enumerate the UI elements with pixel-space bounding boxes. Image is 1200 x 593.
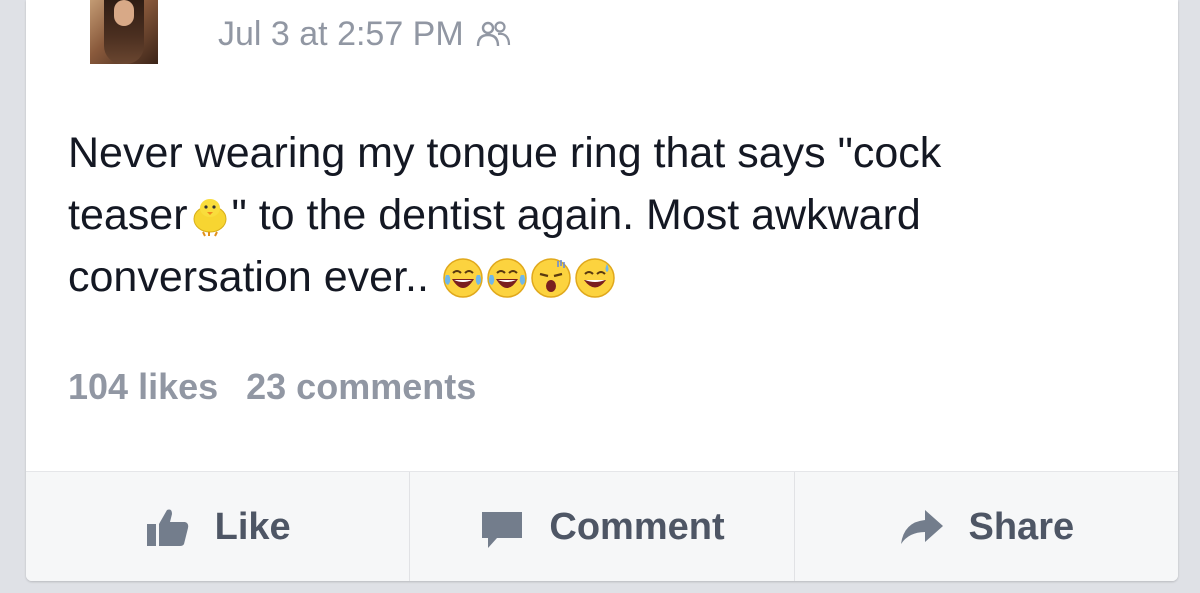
avatar-face — [114, 0, 134, 26]
share-arrow-icon — [900, 510, 943, 544]
post-card: Jul 3 at 2:57 PM Never wearing my tongue… — [26, 0, 1178, 581]
friends-icon[interactable] — [476, 19, 512, 49]
post-timestamp[interactable]: Jul 3 at 2:57 PM — [218, 15, 464, 54]
chick-emoji-icon — [193, 199, 227, 237]
post-text-line2-a: teaser — [68, 191, 188, 239]
post-text-line2-b: " to the dentist again. Most awkward — [231, 191, 921, 239]
share-label: Share — [968, 505, 1075, 548]
post-text: Never wearing my tongue ring that says "… — [68, 122, 1128, 308]
comment-button[interactable]: Comment — [410, 472, 795, 581]
tears-of-joy-emoji-icon — [487, 258, 527, 298]
comment-bubble-icon — [482, 512, 523, 548]
comment-label: Comment — [549, 505, 725, 548]
thumbs-up-icon — [146, 509, 188, 546]
avatar[interactable] — [90, 0, 158, 64]
like-button[interactable]: Like — [26, 472, 411, 581]
share-button[interactable]: Share — [795, 472, 1178, 581]
likes-count[interactable]: 104 likes — [68, 366, 218, 408]
post-meta: Jul 3 at 2:57 PM — [218, 12, 512, 56]
post-text-line3: conversation ever.. — [68, 253, 441, 301]
flushed-anguish-emoji-icon — [531, 258, 571, 298]
post-actions-bar: Like Comment Share — [26, 471, 1178, 581]
like-label: Like — [214, 505, 291, 548]
engagement-counts: 104 likes 23 comments — [68, 366, 476, 408]
grinning-sweat-emoji-icon — [575, 258, 615, 298]
comments-count[interactable]: 23 comments — [246, 366, 476, 408]
tears-of-joy-emoji-icon — [443, 258, 483, 298]
post-text-line1: Never wearing my tongue ring that says "… — [68, 129, 942, 177]
